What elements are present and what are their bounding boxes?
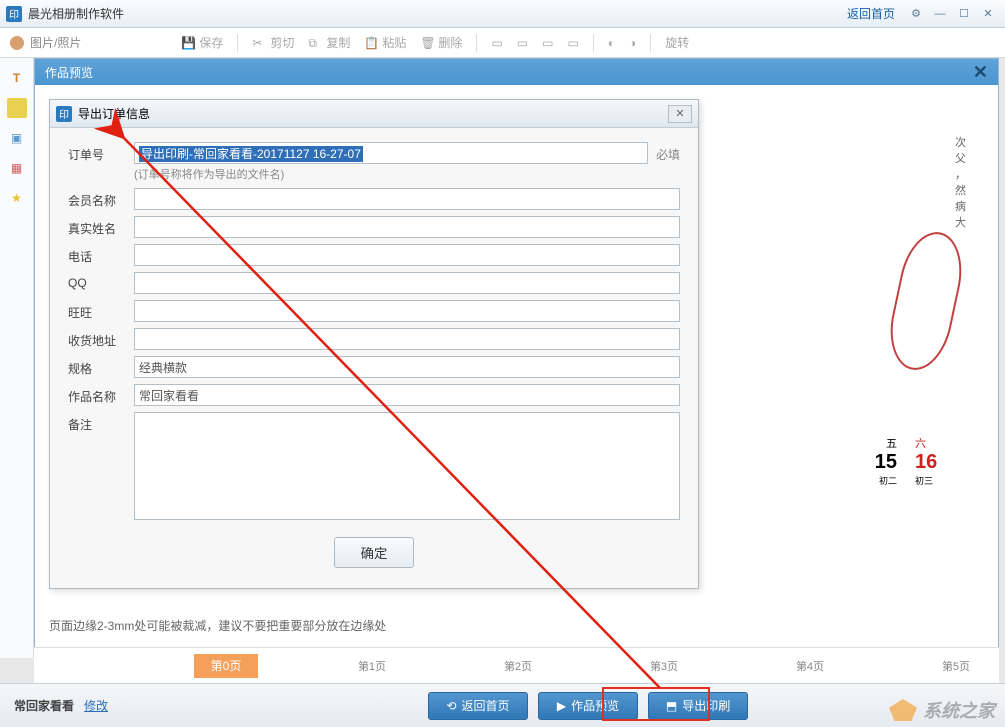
order-no-label: 订单号 — [68, 142, 134, 163]
qq-input[interactable] — [134, 272, 680, 294]
address-label: 收货地址 — [68, 328, 134, 349]
left-sidebar: T ▣ ▦ ★ — [0, 58, 34, 658]
top-toolbar: 图片/照片 💾保存 ✂剪切 ⧉复制 📋粘贴 🗑删除 ▭ ▭ ▭ ▭ ◐ ◑ 旋转 — [0, 28, 1005, 58]
delete-icon: 🗑 — [420, 36, 434, 50]
sample-artwork: 次父，然病大 — [866, 135, 966, 415]
work-name-label: 作品名称 — [68, 384, 134, 405]
title-bar: 印 晨光相册制作软件 返回首页 ⚙ — ☐ ✕ — [0, 0, 1005, 28]
bottom-export-print-button[interactable]: ⬒导出印刷 — [648, 692, 748, 720]
remarks-label: 备注 — [68, 412, 134, 433]
paste-button[interactable]: 📋粘贴 — [364, 34, 406, 51]
side-tool-4[interactable]: ▦ — [7, 158, 27, 178]
page-thumb-4[interactable]: 第4页 — [778, 654, 842, 678]
cut-icon: ✂ — [252, 36, 266, 50]
required-tag: 必填 — [656, 142, 680, 163]
bottom-preview-button[interactable]: ▶作品预览 — [538, 692, 638, 720]
save-button[interactable]: 💾保存 — [181, 34, 223, 51]
phone-label: 电话 — [68, 244, 134, 265]
minimize-button[interactable]: — — [929, 6, 951, 22]
copy-icon: ⧉ — [308, 36, 322, 50]
dialog-title: 导出订单信息 — [78, 105, 150, 122]
preview-modal: 作品预览 ✕ 次父，然病大 五六 1516 初二初三 印 导出订单信息 ✕ 订 — [34, 58, 999, 651]
page-thumb-3[interactable]: 第3页 — [632, 654, 696, 678]
cut-button[interactable]: ✂剪切 — [252, 34, 294, 51]
preview-icon: ▶ — [557, 699, 566, 713]
rotate-button[interactable]: 旋转 — [665, 34, 689, 51]
dialog-title-bar: 印 导出订单信息 ✕ — [50, 100, 698, 128]
remarks-textarea[interactable] — [134, 412, 680, 520]
preview-hint: 页面边缘2-3mm处可能被裁减，建议不要把重要部分放在边缘处 — [49, 617, 386, 634]
watermark-text: 系统之家 — [923, 697, 995, 723]
confirm-button[interactable]: 确定 — [334, 537, 415, 568]
dialog-close-button[interactable]: ✕ — [668, 105, 692, 123]
page-thumb-5[interactable]: 第5页 — [924, 654, 988, 678]
app-title: 晨光相册制作软件 — [28, 5, 124, 22]
page-strip: 第0页 第1页 第2页 第3页 第4页 第5页 — [34, 647, 999, 683]
work-name-input[interactable]: 常回家看看 — [134, 384, 680, 406]
spec-label: 规格 — [68, 356, 134, 377]
order-no-input[interactable]: 导出印刷-常回家看看-20171127 16-27-07 — [134, 142, 648, 164]
paste-icon: 📋 — [364, 36, 378, 50]
phone-input[interactable] — [134, 244, 680, 266]
qq-label: QQ — [68, 272, 134, 290]
photo-section-label[interactable]: 图片/照片 — [10, 34, 81, 51]
copy-button[interactable]: ⧉复制 — [308, 34, 350, 51]
calendar-thumbnail: 五六 1516 初二初三 — [846, 435, 966, 487]
tool-icon-5[interactable]: ◐ — [608, 36, 615, 50]
settings-icon[interactable]: ⚙ — [905, 6, 927, 22]
app-icon: 印 — [6, 6, 22, 22]
tool-icon-2[interactable]: ▭ — [517, 36, 528, 50]
text-tool-icon[interactable]: T — [7, 68, 27, 88]
wangwang-input[interactable] — [134, 300, 680, 322]
star-icon[interactable]: ★ — [7, 188, 27, 208]
tool-icon-4[interactable]: ▭ — [567, 36, 578, 50]
back-home-link[interactable]: 返回首页 — [847, 5, 895, 22]
delete-button[interactable]: 🗑删除 — [420, 34, 462, 51]
wangwang-label: 旺旺 — [68, 300, 134, 321]
page-thumb-1[interactable]: 第1页 — [340, 654, 404, 678]
watermark-icon — [889, 699, 917, 721]
preview-header: 作品预览 ✕ — [35, 59, 998, 85]
work-title-text: 常回家看看 — [14, 697, 74, 714]
address-input[interactable] — [134, 328, 680, 350]
tool-icon-1[interactable]: ▭ — [491, 36, 502, 50]
bottom-bar: 常回家看看 修改 ⟲返回首页 ▶作品预览 ⬒导出印刷 系统之家 — [0, 683, 1005, 727]
member-name-label: 会员名称 — [68, 188, 134, 209]
page-thumb-2[interactable]: 第2页 — [486, 654, 550, 678]
export-icon: ⬒ — [666, 699, 677, 713]
member-name-input[interactable] — [134, 188, 680, 210]
side-tool-3[interactable]: ▣ — [7, 128, 27, 148]
side-tool-2[interactable] — [7, 98, 27, 118]
spec-input[interactable]: 经典横款 — [134, 356, 680, 378]
home-icon: ⟲ — [446, 699, 456, 713]
real-name-input[interactable] — [134, 216, 680, 238]
bottom-back-home-button[interactable]: ⟲返回首页 — [428, 692, 528, 720]
real-name-label: 真实姓名 — [68, 216, 134, 237]
tool-icon-6[interactable]: ◑ — [629, 36, 636, 50]
preview-title: 作品预览 — [45, 64, 93, 81]
order-no-note: (订单号称将作为导出的文件名) — [134, 166, 648, 182]
maximize-button[interactable]: ☐ — [953, 6, 975, 22]
export-order-dialog: 印 导出订单信息 ✕ 订单号 导出印刷-常回家看看-20171127 16-27… — [49, 99, 699, 589]
preview-close-icon[interactable]: ✕ — [973, 62, 988, 83]
edit-link[interactable]: 修改 — [84, 697, 108, 714]
save-icon: 💾 — [181, 36, 195, 50]
dialog-icon: 印 — [56, 106, 72, 122]
watermark: 系统之家 — [889, 697, 995, 723]
close-button[interactable]: ✕ — [977, 6, 999, 22]
avatar-icon — [10, 36, 24, 50]
tool-icon-3[interactable]: ▭ — [542, 36, 553, 50]
window-controls: ⚙ — ☐ ✕ — [905, 6, 999, 22]
page-thumb-0[interactable]: 第0页 — [194, 654, 258, 678]
